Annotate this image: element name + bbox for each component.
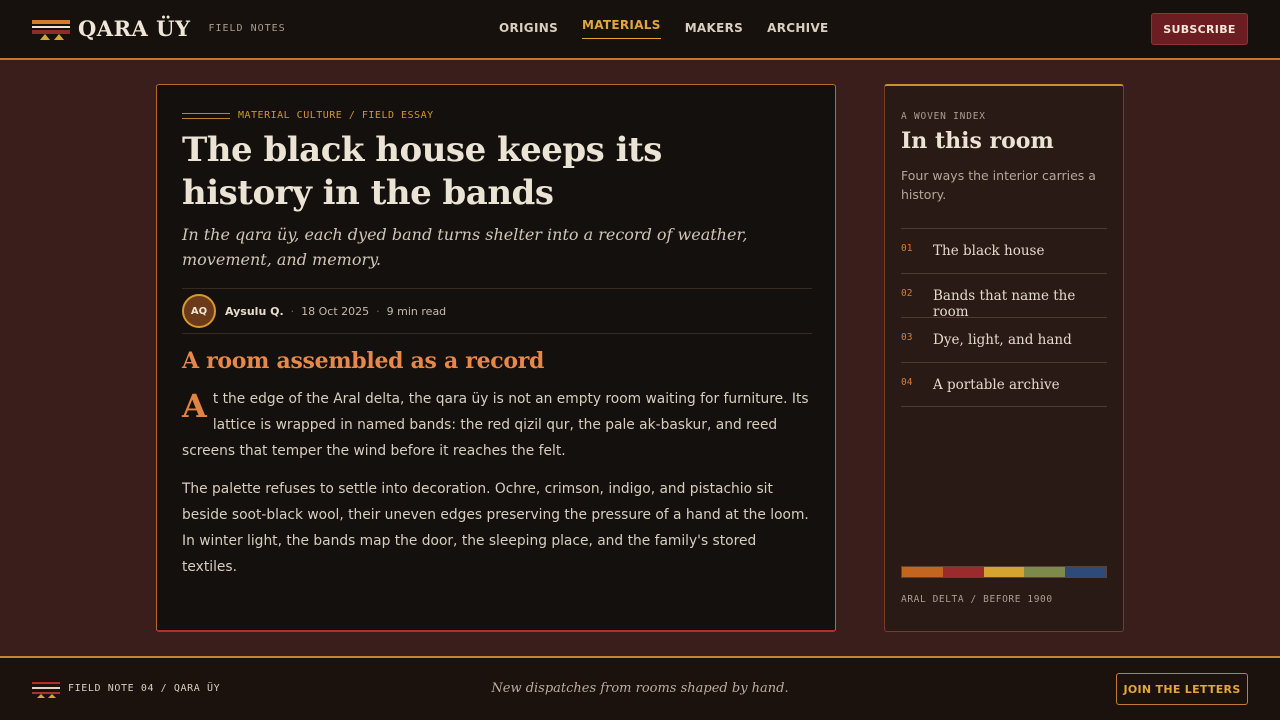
nav-item-archive[interactable]: ARCHIVE (767, 0, 828, 58)
toc-number: 03 (901, 332, 913, 343)
footer: FIELD NOTE 04 / QARA ÜY New dispatches f… (0, 656, 1280, 720)
sidebar-kicker: A WOVEN INDEX (901, 111, 986, 122)
toc-label: Bands that name the room (933, 287, 1076, 320)
toc-item-bands[interactable]: 02 Bands that name the room (901, 274, 1107, 320)
palette-swatch (983, 567, 1025, 577)
woven-band-logo-icon (32, 18, 70, 40)
byline-separator: · (376, 304, 380, 318)
palette-swatch (1024, 567, 1066, 577)
byline-separator: · (290, 304, 295, 318)
palette-swatch (942, 567, 984, 577)
kicker-rule (182, 112, 230, 119)
byline: AQ Aysulu Q. · 18 Oct 2025 · 9 min read (182, 288, 812, 334)
toc-label: Dye, light, and hand (933, 332, 1072, 348)
article-card: MATERIAL CULTURE / FIELD ESSAY The black… (156, 84, 836, 632)
article-dek: In the qara üy, each dyed band turns she… (182, 225, 748, 269)
palette-swatch (902, 567, 943, 577)
drop-cap: A (182, 387, 207, 425)
table-of-contents: 01 The black house 02 Bands that name th… (901, 228, 1107, 407)
article-kicker: MATERIAL CULTURE / FIELD ESSAY (182, 110, 434, 121)
nav-item-origins[interactable]: ORIGINS (499, 0, 558, 58)
section-heading: A room assembled as a record (182, 348, 545, 374)
color-palette-strip (901, 566, 1107, 578)
brand[interactable]: QARA ÜY FIELD NOTES (32, 16, 286, 41)
top-bar: QARA ÜY FIELD NOTES ORIGINS MATERIALS MA… (0, 0, 1280, 60)
kicker-label: MATERIAL CULTURE / FIELD ESSAY (238, 110, 434, 121)
article-headline: The black house keeps its history in the… (182, 130, 662, 213)
nav-item-makers[interactable]: MAKERS (685, 0, 743, 58)
sidebar-description: Four ways the interior carries a history… (901, 168, 1096, 202)
toc-label: A portable archive (933, 376, 1060, 393)
toc-item-portable-archive[interactable]: 04 A portable archive (901, 363, 1107, 407)
read-time: 9 min read (386, 304, 447, 318)
author-avatar[interactable]: AQ (182, 294, 216, 328)
author-name[interactable]: Aysulu Q. (225, 305, 284, 318)
subscribe-button[interactable]: SUBSCRIBE (1151, 13, 1248, 45)
toc-number: 01 (901, 243, 913, 254)
toc-label: The black house (933, 243, 1045, 259)
toc-item-black-house[interactable]: 01 The black house (901, 229, 1107, 274)
main-nav: ORIGINS MATERIALS MAKERS ARCHIVE (499, 0, 853, 58)
toc-number: 02 (901, 287, 913, 299)
join-letters-button[interactable]: JOIN THE LETTERS (1116, 673, 1248, 705)
brand-name: QARA ÜY (78, 16, 191, 41)
woven-index-sidebar: A WOVEN INDEX In this room Four ways the… (884, 84, 1124, 632)
toc-item-dye-light-hand[interactable]: 03 Dye, light, and hand (901, 318, 1107, 363)
palette-swatch (1065, 567, 1106, 577)
nav-item-materials[interactable]: MATERIALS (582, 0, 661, 58)
sidebar-title: In this room (901, 128, 1054, 154)
publish-date: 18 Oct 2025 (301, 304, 370, 318)
article-paragraph: At the edge of the Aral delta, the qara … (182, 386, 814, 464)
sidebar-footnote: ARAL DELTA / BEFORE 1900 (901, 594, 1053, 605)
article-paragraph: The palette refuses to settle into decor… (182, 481, 809, 575)
brand-tagline: FIELD NOTES (208, 23, 286, 34)
footer-tagline: New dispatches from rooms shaped by hand… (491, 681, 789, 696)
paragraph-text: t the edge of the Aral delta, the qara ü… (182, 391, 809, 459)
toc-number: 04 (901, 376, 913, 388)
